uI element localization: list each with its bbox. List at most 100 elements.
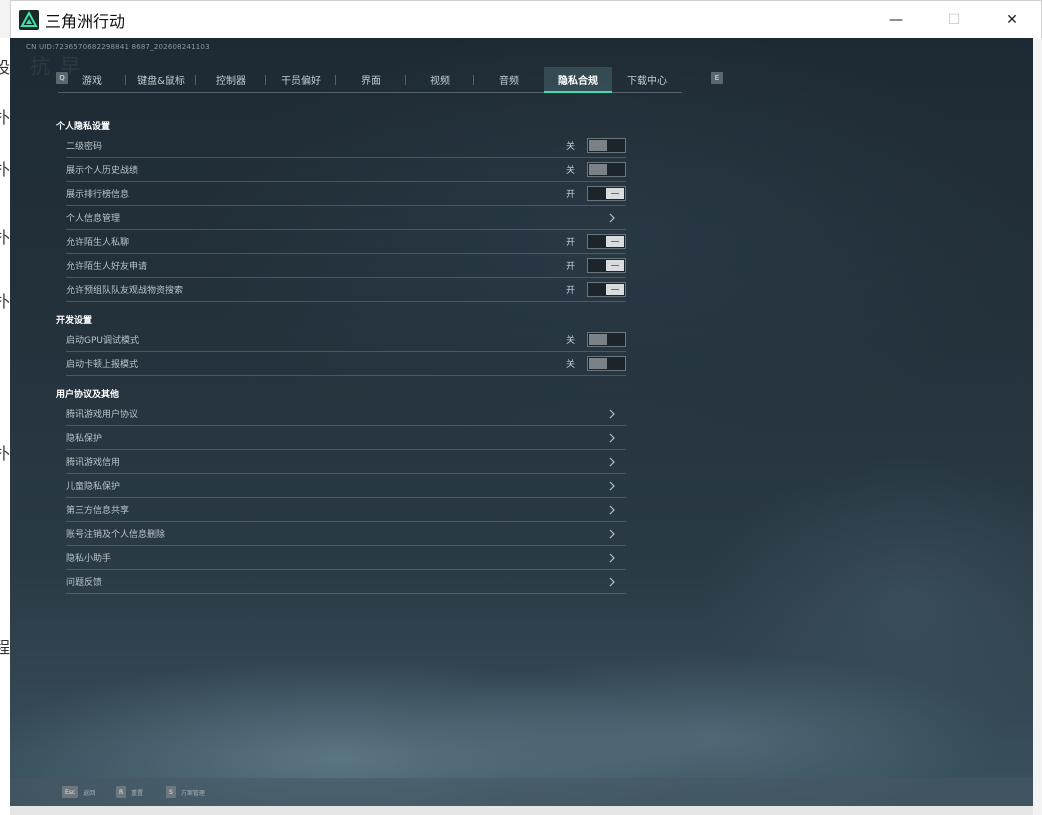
toggle-state-label: 开 <box>565 238 575 248</box>
toggle-switch[interactable] <box>587 332 626 347</box>
setting-row-toggle: 展示个人历史战绩 关 <box>66 158 626 182</box>
setting-row-link[interactable]: 问题反馈 <box>66 570 626 594</box>
tab-6[interactable]: 音频 <box>474 67 544 93</box>
tab-label: 视频 <box>430 76 450 87</box>
setting-row-toggle: 启动卡顿上报模式 关 <box>66 352 626 376</box>
background-window-text: 扑 <box>0 108 10 127</box>
background-window-text: 扑 <box>0 228 10 247</box>
tab-label: 下载中心 <box>627 76 667 87</box>
toggle-knob <box>606 260 624 271</box>
setting-label: 账号注销及个人信息删除 <box>66 530 166 540</box>
game-settings-view: 抗 早 CN UID:7236570682298841 8687_2026082… <box>10 38 1033 806</box>
setting-label: 隐私保护 <box>66 434 103 444</box>
tab-2[interactable]: 控制器 <box>196 67 266 93</box>
setting-label: 腾讯游戏信用 <box>66 458 121 468</box>
chevron-right-icon <box>609 553 615 563</box>
background-window-text: 设 <box>0 58 10 77</box>
toggle-state-label: 开 <box>565 190 575 200</box>
tab-3[interactable]: 干员偏好 <box>266 67 336 93</box>
footer-hint[interactable]: Esc 返回 <box>62 786 95 798</box>
setting-label: 允许陌生人好友申请 <box>66 262 148 272</box>
background-window-text: 扑 <box>0 444 10 463</box>
setting-label: 二级密码 <box>66 142 103 152</box>
tab-7[interactable]: 隐私合规 <box>544 67 612 93</box>
chevron-right-icon <box>609 529 615 539</box>
setting-row-link[interactable]: 腾讯游戏信用 <box>66 450 626 474</box>
window-bottom-edge <box>10 806 1033 815</box>
tab-label: 隐私合规 <box>558 75 598 87</box>
tab-8[interactable]: 下载中心 <box>612 67 682 93</box>
setting-label: 个人信息管理 <box>66 214 121 224</box>
toggle-state-label: 关 <box>565 142 575 152</box>
setting-label: 第三方信息共享 <box>66 506 130 516</box>
toggle-switch[interactable] <box>587 234 626 249</box>
background-window-edge: 设扑扑扑扑扑程 <box>0 38 10 815</box>
app-window: 设扑扑扑扑扑程 三角洲行动 — ☐ ✕ 抗 早 CN UID:723657068… <box>0 0 1042 815</box>
window-title: 三角洲行动 <box>45 11 126 31</box>
setting-row-toggle: 二级密码 关 <box>66 134 626 158</box>
tab-1[interactable]: 键盘&鼠标 <box>126 67 196 93</box>
app-logo-icon <box>19 9 39 30</box>
key-cap: R <box>116 786 127 798</box>
toggle-state-label: 关 <box>565 166 575 176</box>
setting-row-link[interactable]: 儿童隐私保护 <box>66 474 626 498</box>
tab-label: 音频 <box>499 76 519 87</box>
hint-label: 方案管理 <box>180 789 205 797</box>
toggle-switch[interactable] <box>587 258 626 273</box>
setting-row-link[interactable]: 个人信息管理 <box>66 206 626 230</box>
key-cap: S <box>166 786 176 798</box>
toggle-switch[interactable] <box>587 186 626 201</box>
setting-label: 启动卡顿上报模式 <box>66 360 139 370</box>
setting-row-toggle: 启动GPU调试模式 关 <box>66 328 626 352</box>
chevron-right-icon <box>609 577 615 587</box>
setting-row-link[interactable]: 隐私保护 <box>66 426 626 450</box>
settings-tabs: 游戏 键盘&鼠标 控制器 干员偏好 界面 视频 音频 隐私合规 下载中心 <box>58 67 682 93</box>
footer-hint[interactable]: S 方案管理 <box>166 786 205 798</box>
setting-label: 允许陌生人私聊 <box>66 238 130 248</box>
setting-row-link[interactable]: 第三方信息共享 <box>66 498 626 522</box>
setting-row-link[interactable]: 隐私小助手 <box>66 546 626 570</box>
setting-row-toggle: 允许陌生人好友申请 开 <box>66 254 626 278</box>
toggle-state-label: 开 <box>565 286 575 296</box>
setting-label: 问题反馈 <box>66 578 103 588</box>
setting-label: 展示个人历史战绩 <box>66 166 139 176</box>
toggle-knob <box>606 284 624 295</box>
toggle-switch[interactable] <box>587 356 626 371</box>
background-window-text: 程 <box>0 638 10 657</box>
toggle-switch[interactable] <box>587 162 626 177</box>
tab-next-key[interactable]: E <box>711 72 723 84</box>
footer-hints: Esc 返回 R 重置 S 方案管理 <box>10 778 1033 806</box>
maximize-button[interactable]: ☐ <box>925 1 983 39</box>
chevron-right-icon <box>609 481 615 491</box>
setting-row-link[interactable]: 账号注销及个人信息删除 <box>66 522 626 546</box>
setting-label: 展示排行榜信息 <box>66 190 130 200</box>
chevron-right-icon <box>609 433 615 443</box>
title-bar[interactable]: 三角洲行动 — ☐ ✕ <box>10 0 1042 38</box>
settings-content: 个人隐私设置 二级密码关展示个人历史战绩关展示排行榜信息开个人信息管理 允许陌生人私… <box>56 120 626 594</box>
setting-label: 隐私小助手 <box>66 554 112 564</box>
toggle-switch[interactable] <box>587 282 626 297</box>
toggle-knob <box>589 334 607 345</box>
minimize-button[interactable]: — <box>867 1 925 39</box>
tab-5[interactable]: 视频 <box>406 67 474 93</box>
toggle-knob <box>589 358 607 369</box>
toggle-switch[interactable] <box>587 138 626 153</box>
section-title: 开发设置 <box>56 316 93 326</box>
close-button[interactable]: ✕ <box>983 1 1041 39</box>
key-cap: Esc <box>62 786 79 798</box>
tab-4[interactable]: 界面 <box>336 67 406 93</box>
toggle-state-label: 关 <box>565 360 575 370</box>
tab-label: 控制器 <box>216 76 246 87</box>
setting-row-link[interactable]: 腾讯游戏用户协议 <box>66 402 626 426</box>
hint-label: 重置 <box>131 789 144 797</box>
footer-hint[interactable]: R 重置 <box>116 786 143 798</box>
setting-row-toggle: 允许预组队队友观战物资搜索 开 <box>66 278 626 302</box>
toggle-state-label: 开 <box>565 262 575 272</box>
toggle-state-label: 关 <box>565 336 575 346</box>
tab-0[interactable]: 游戏 <box>58 67 126 93</box>
setting-label: 儿童隐私保护 <box>66 482 121 492</box>
hint-label: 返回 <box>83 789 96 797</box>
tab-label: 干员偏好 <box>281 76 321 87</box>
setting-label: 允许预组队队友观战物资搜索 <box>66 286 184 296</box>
section-title: 个人隐私设置 <box>56 122 111 132</box>
